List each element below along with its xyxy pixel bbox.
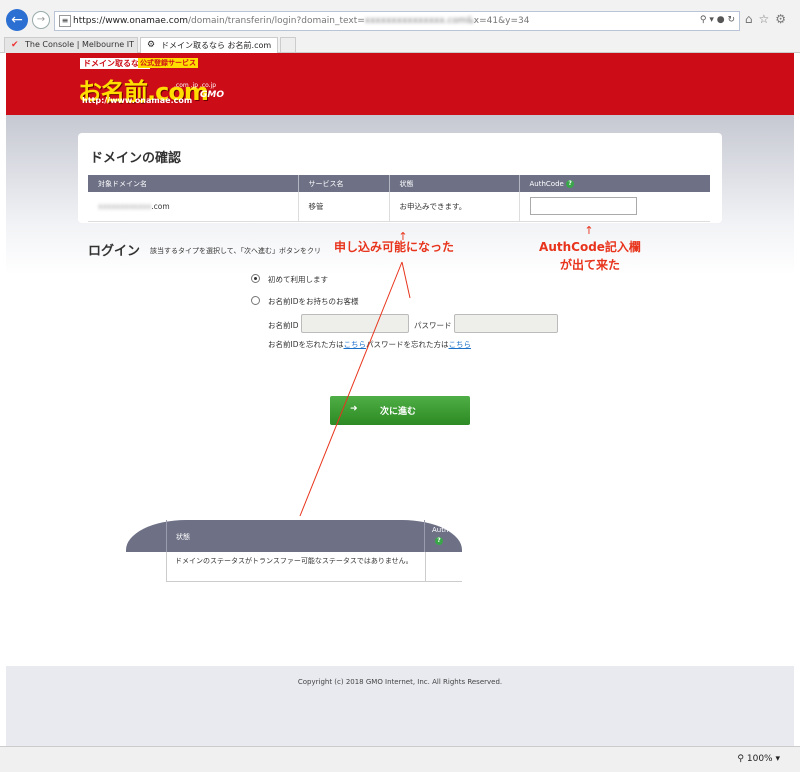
radio-first-time[interactable] (251, 274, 260, 283)
inset-status-text: ドメインのステータスがトランスファー可能なステータスではありません。 (175, 557, 413, 565)
col-status: 状態 (389, 175, 520, 192)
domain-redacted: xxxxxxxxxxxx (98, 201, 152, 211)
col-domain: 対象ドメイン名 (88, 175, 299, 192)
gmo-logo: GMO (200, 90, 224, 100)
table-header-row: 対象ドメイン名 サービス名 状態 AuthCode ? (88, 175, 710, 192)
next-button[interactable]: ➜ 次に進む (330, 396, 470, 425)
col-service: サービス名 (298, 175, 390, 192)
radio-label-existing: お名前IDをお持ちのお客様 (268, 297, 359, 306)
help-icon[interactable]: ? (566, 179, 575, 188)
forward-arrow-icon[interactable]: → (32, 11, 50, 29)
tab-onamae[interactable]: ⚙ ドメイン取るなら お名前.com (140, 37, 278, 53)
tab-label: The Console | Melbourne IT (25, 40, 134, 49)
onamae-logo[interactable]: ドメイン取るなら 公式登録サービス お名前.com .com .jp .co.j… (76, 58, 236, 106)
logo-badge: 公式登録サービス (138, 58, 198, 68)
status-bar: ⚲ 100% ▾ (0, 746, 800, 772)
logo-url: http://www.onamae.com (82, 96, 193, 105)
annotation-left: 申し込み可能になった (334, 240, 455, 254)
new-tab-button[interactable] (280, 37, 296, 53)
back-arrow-icon[interactable]: ← (6, 9, 28, 31)
logo-tlds: .com .jp .co.jp (174, 82, 217, 89)
tab-bar: ✔ The Console | Melbourne IT ⚙ ドメイン取るなら … (0, 37, 800, 53)
zoom-level: 100% (746, 754, 773, 764)
inset-header: 状態 Auth ? (126, 520, 462, 552)
forgot-id-link[interactable]: こちら (344, 340, 367, 349)
search-refresh-icon[interactable]: ⚲ ▾ ● ↻ (700, 15, 735, 25)
radio-label-first-time: 初めて利用します (268, 275, 328, 284)
domain-confirm-card: ドメインの確認 対象ドメイン名 サービス名 状態 AuthCode ? xxxx… (78, 133, 722, 223)
forgot-links: お名前IDを忘れた方はこちらパスワードを忘れた方はこちら (268, 340, 472, 349)
radio-existing[interactable] (251, 296, 260, 305)
next-button-label: 次に進む (380, 407, 417, 417)
status-cell: お申込みできます。 (389, 192, 520, 222)
domain-table: 対象ドメイン名 サービス名 状態 AuthCode ? xxxxxxxxxxxx… (88, 175, 710, 222)
login-description: 該当するタイプを選択して、「次へ進む」ボタンをクリ (150, 247, 321, 255)
address-url: https://www.onamae.com/domain/transferin… (73, 16, 530, 26)
forgot-password-link[interactable]: こちら (449, 340, 472, 349)
col-authcode: AuthCode ? (519, 175, 710, 192)
domain-cell: xxxxxxxxxxxx.com (88, 192, 299, 222)
inset-row: ドメインのステータスがトランスファー可能なステータスではありません。 (166, 552, 462, 582)
address-bar[interactable]: ≡ https://www.onamae.com/domain/transfer… (54, 11, 740, 31)
tab-label: ドメイン取るなら お名前.com (161, 41, 272, 50)
page-favicon-icon: ⚙ (147, 40, 156, 50)
annotation-right-line1: AuthCode記入欄 (539, 240, 641, 254)
inset-col-status: 状態 (176, 533, 190, 541)
site-header: ドメイン取るなら 公式登録サービス お名前.com .com .jp .co.j… (6, 53, 794, 115)
password-field[interactable] (454, 314, 558, 333)
help-icon: ? (435, 537, 443, 545)
home-star-gear-icon[interactable]: ⌂☆⚙ (745, 12, 792, 26)
password-label: パスワード (414, 321, 452, 330)
tab-melbourne-it[interactable]: ✔ The Console | Melbourne IT (4, 37, 138, 53)
browser-chrome: ← → ≡ https://www.onamae.com/domain/tran… (0, 0, 800, 53)
id-field[interactable] (301, 314, 409, 333)
section-title: ドメインの確認 (90, 151, 182, 166)
zoom-control[interactable]: ⚲ 100% ▾ (737, 754, 780, 764)
id-label: お名前ID (268, 321, 299, 330)
service-cell: 移管 (298, 192, 390, 222)
url-redacted: xxxxxxxxxxxxxxx.com& (364, 16, 474, 26)
authcode-cell (519, 192, 710, 222)
inset-screenshot: 状態 Auth ? ドメインのステータスがトランスファー可能なステータスではあり… (126, 520, 462, 620)
inset-col-auth: Auth (432, 526, 449, 534)
login-title: ログイン (88, 244, 141, 259)
arrow-right-icon: ➜ (350, 404, 358, 414)
check-favicon-icon: ✔ (11, 40, 19, 50)
page-favicon-icon: ≡ (59, 15, 71, 27)
table-row: xxxxxxxxxxxx.com 移管 お申込みできます。 (88, 192, 710, 222)
annotation-right-line2: が出て来た (559, 258, 620, 272)
authcode-input[interactable] (529, 197, 637, 216)
footer: Copyright (c) 2018 GMO Internet, Inc. Al… (6, 666, 794, 746)
copyright-text: Copyright (c) 2018 GMO Internet, Inc. Al… (297, 678, 503, 686)
